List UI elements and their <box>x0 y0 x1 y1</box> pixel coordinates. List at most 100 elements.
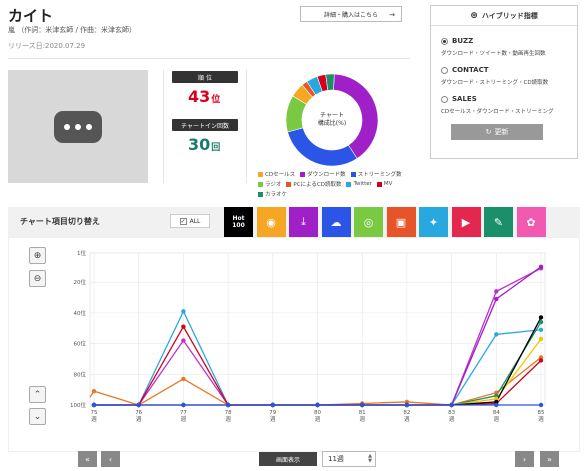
rank-value: 43 位 <box>188 87 220 106</box>
x-tick-unit: 週 <box>404 415 410 423</box>
last-page-button[interactable]: » <box>540 451 559 467</box>
buy-details-button[interactable]: 詳細・購入はこちら → <box>300 6 402 22</box>
prev-page-button[interactable]: ‹ <box>101 451 120 467</box>
song-title: カイト <box>8 7 54 25</box>
next-page-button[interactable]: › <box>515 451 534 467</box>
series-point <box>538 327 544 332</box>
legend-swatch <box>258 181 263 187</box>
video-play-icon[interactable] <box>54 111 102 143</box>
legend-swatch <box>346 181 352 187</box>
legend-item: ストリーミング数 <box>350 170 402 178</box>
chevron-updown-icon: ▲ ▼ <box>368 453 372 464</box>
legend-swatch <box>376 181 382 187</box>
period-value: 11週 <box>328 455 344 463</box>
tab-pc-cd-read[interactable]: ▣ <box>386 207 416 237</box>
x-tick-unit: 週 <box>181 415 187 423</box>
tab-karaoke[interactable]: ✎ <box>484 207 513 237</box>
period-select[interactable]: 11週 ▲ ▼ <box>322 451 376 467</box>
checkmark-icon: ✓ <box>179 217 187 225</box>
song-credits: 嵐 （作詞：米津玄師 / 作曲：米津玄師） <box>8 26 137 34</box>
tab-hot100-line2: 100 <box>232 222 245 229</box>
mic-icon: ✎ <box>493 215 504 229</box>
rank-number: 43 <box>188 87 211 106</box>
series-point <box>538 319 544 325</box>
tab-radio[interactable]: ◎ <box>354 207 383 237</box>
option-contact[interactable]: CONTACT <box>441 66 489 74</box>
x-tick-unit: 週 <box>91 415 97 423</box>
x-tick-unit: 週 <box>225 415 231 423</box>
scroll-up-button[interactable]: ⌃ <box>29 386 46 403</box>
legend-label: ラジオ <box>265 182 282 188</box>
update-button[interactable]: ↻ 更新 <box>451 124 543 140</box>
hybrid-icon: ⊛ <box>470 10 478 21</box>
tab-mv[interactable]: ▶ <box>451 207 481 237</box>
series-point <box>494 296 499 302</box>
first-page-button[interactable]: « <box>78 451 97 467</box>
legend-label: カラオケ <box>265 192 288 198</box>
refresh-icon: ↻ <box>485 128 492 136</box>
play-icon: ▶ <box>461 215 471 229</box>
donut-slice <box>287 127 358 167</box>
series-point <box>538 336 544 342</box>
series-point <box>181 402 186 408</box>
zoom-in-button[interactable]: ⊕ <box>29 247 46 264</box>
legend-swatch <box>286 181 292 187</box>
option-buzz-label: BUZZ <box>452 37 474 45</box>
download-icon: ⤓ <box>301 215 306 228</box>
tab-cd-sales[interactable]: ◉ <box>256 207 286 237</box>
legend-item: カラオケ <box>258 190 287 198</box>
series-point <box>404 402 410 408</box>
tab-look[interactable]: ✿ <box>516 207 546 237</box>
legend-label: ストリーミング数 <box>357 172 402 178</box>
legend-swatch <box>300 171 306 177</box>
rank-line-chart: 1位20位40位60位80位100位 75週76週77週78週79週80週81週… <box>70 249 546 423</box>
tab-twitter[interactable]: ✦ <box>419 207 448 237</box>
y-tick-label: 40位 <box>74 309 87 317</box>
legend-swatch <box>350 171 356 177</box>
y-tick-label: 100位 <box>70 401 86 409</box>
legend-label: ダウンロード数 <box>307 172 346 178</box>
legend-swatch <box>258 171 263 177</box>
radio-icon: ◎ <box>363 215 374 229</box>
series-point <box>360 402 365 408</box>
disc-icon: ◉ <box>266 215 276 229</box>
stats-divider-right <box>246 70 247 183</box>
x-tick-unit: 週 <box>359 415 365 423</box>
option-sales-desc: CDセールス・ダウンロード・ストリーミング <box>441 109 554 115</box>
x-tick-label: 83 <box>448 410 455 416</box>
series-point <box>494 402 499 408</box>
series-point <box>270 402 275 408</box>
period-label: 画面表示 <box>259 452 317 466</box>
computer-icon: ▣ <box>395 215 407 229</box>
all-label: ALL <box>189 217 201 225</box>
zoom-out-button[interactable]: ⊖ <box>29 270 46 287</box>
tab-hot100[interactable]: Hot 100 <box>224 207 253 237</box>
option-contact-label: CONTACT <box>452 66 489 74</box>
chart-toggle-title: チャート項目切り替え <box>20 217 100 226</box>
series-point <box>315 402 320 408</box>
series-point <box>91 402 97 408</box>
series-point <box>538 264 544 270</box>
x-tick-unit: 週 <box>270 415 276 423</box>
tab-download[interactable]: ⤓ <box>289 207 318 237</box>
legend-label: MV <box>383 181 393 187</box>
buy-details-label: 詳細・購入はこちら <box>323 11 378 19</box>
x-tick-unit: 週 <box>315 415 321 423</box>
hybrid-title: ハイブリッド指標 <box>481 11 538 20</box>
tab-streaming[interactable]: ☁ <box>321 207 351 237</box>
option-buzz[interactable]: BUZZ <box>441 37 473 45</box>
radio-buzz[interactable] <box>441 37 448 45</box>
series-point <box>181 376 186 382</box>
series-point <box>181 324 186 329</box>
legend-label: PCによるCD読取数 <box>293 182 342 188</box>
legend-item: ラジオ <box>258 180 281 188</box>
cloud-icon: ☁ <box>330 215 342 229</box>
option-sales[interactable]: SALES <box>441 95 477 103</box>
radio-sales[interactable] <box>441 95 448 103</box>
radio-contact[interactable] <box>441 66 448 74</box>
update-label: 更新 <box>494 128 509 136</box>
all-checkbox[interactable]: ✓ ALL <box>170 214 210 228</box>
rank-unit: 位 <box>211 95 221 105</box>
scroll-down-button[interactable]: ⌄ <box>29 408 46 425</box>
y-tick-label: 80位 <box>74 370 87 378</box>
